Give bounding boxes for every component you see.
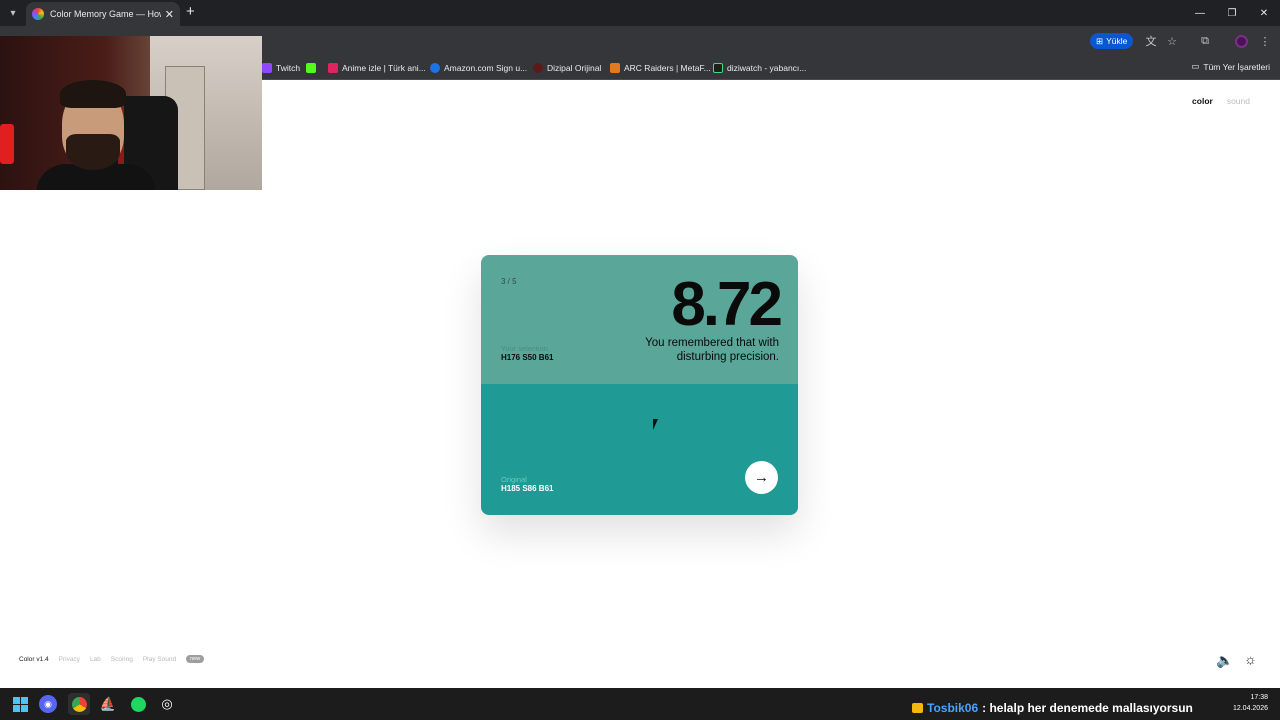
tab-close-icon[interactable]: ✕ bbox=[165, 8, 174, 21]
kick-icon bbox=[306, 63, 316, 73]
sun-icon[interactable]: ☼ bbox=[1244, 651, 1257, 667]
footer-link-lab[interactable]: Lab bbox=[90, 656, 101, 663]
crown-icon bbox=[912, 703, 923, 713]
all-bookmarks-label: Tüm Yer İşaretleri bbox=[1203, 61, 1270, 72]
bookmark-label: ARC Raiders | MetaF... bbox=[624, 63, 711, 73]
extensions-icon[interactable]: ⧉ bbox=[1198, 34, 1212, 48]
windows-logo-icon bbox=[12, 696, 28, 712]
page-footer: Color v1.4 Privacy Lab Scoring Play Soun… bbox=[19, 655, 205, 663]
chat-username: Tosbik06 bbox=[927, 701, 979, 715]
original-swatch: Original H185 S86 B61 → bbox=[481, 384, 798, 515]
diziwatch-icon bbox=[713, 63, 723, 73]
bookmark-kick[interactable] bbox=[306, 61, 316, 75]
window-close-icon[interactable]: ✕ bbox=[1248, 0, 1280, 26]
browser-menu-icon[interactable]: ⋮ bbox=[1258, 34, 1272, 48]
tab-search-icon[interactable]: ▾ bbox=[4, 4, 22, 22]
bookmark-diziwatch[interactable]: diziwatch - yabancı... bbox=[713, 61, 806, 75]
arc-raiders-icon bbox=[610, 63, 620, 73]
dizipal-icon bbox=[533, 63, 543, 73]
bookmark-label: diziwatch - yabancı... bbox=[727, 63, 807, 73]
browser-tab-strip: ▾ Color Memory Game — How W ✕ + — ❐ ✕ bbox=[0, 0, 1280, 26]
score-message: You remembered that with disturbing prec… bbox=[645, 337, 779, 363]
bookmark-label: Dizipal Orijinal bbox=[547, 63, 602, 73]
new-tab-icon[interactable]: + bbox=[186, 3, 195, 20]
selection-value: H176 S50 B61 bbox=[501, 353, 554, 362]
selection-label: Your selection bbox=[501, 344, 548, 353]
system-clock[interactable]: 17:38 12.04.2026 bbox=[1233, 692, 1268, 714]
speaker-icon[interactable]: 🔈 bbox=[1216, 652, 1233, 669]
footer-link-scoring[interactable]: Scoring bbox=[111, 656, 133, 663]
start-button[interactable] bbox=[9, 693, 31, 715]
version-label: Color v1.4 bbox=[19, 655, 49, 663]
bookmark-star-icon[interactable]: ☆ bbox=[1165, 34, 1179, 48]
bookmark-label: Twitch bbox=[276, 63, 301, 73]
favicon-icon bbox=[32, 8, 44, 20]
profile-avatar[interactable] bbox=[1235, 35, 1248, 48]
clock-date: 12.04.2026 bbox=[1232, 705, 1268, 712]
mode-switch: color sound bbox=[1192, 96, 1250, 106]
bookmark-amazon[interactable]: Amazon.com Sign u... bbox=[430, 61, 527, 75]
bookmark-arc-raiders[interactable]: ARC Raiders | MetaF... bbox=[610, 61, 711, 75]
twitch-icon bbox=[262, 63, 272, 73]
translate-icon[interactable]: 文 bbox=[1144, 34, 1158, 48]
score-value: 8.72 bbox=[671, 270, 783, 339]
obs-icon[interactable]: ◎ bbox=[156, 693, 178, 715]
install-icon: ⊞ bbox=[1096, 35, 1104, 46]
restore-icon[interactable]: ❐ bbox=[1216, 0, 1248, 26]
next-round-button[interactable]: → bbox=[745, 461, 778, 494]
bookmark-dizipal[interactable]: Dizipal Orijinal bbox=[533, 61, 601, 75]
chat-overlay: Tosbik06 : helalp her denemede mallasıyo… bbox=[912, 698, 1193, 718]
amazon-icon bbox=[430, 63, 440, 73]
install-app-button[interactable]: ⊞ Yükle bbox=[1090, 33, 1134, 49]
footer-link-privacy[interactable]: Privacy bbox=[59, 656, 80, 663]
nav-color-link[interactable]: color bbox=[1192, 96, 1213, 106]
install-label: Yükle bbox=[1106, 36, 1128, 46]
webcam-overlay bbox=[0, 36, 262, 190]
clock-time: 17:38 bbox=[1250, 694, 1268, 701]
selection-swatch: 3 / 5 8.72 You remembered that with dist… bbox=[481, 255, 798, 384]
bookmark-twitch[interactable]: Twitch bbox=[262, 61, 300, 75]
folder-icon: ▭ bbox=[1191, 61, 1200, 71]
result-card: 3 / 5 8.72 You remembered that with dist… bbox=[481, 255, 798, 515]
spotify-icon[interactable] bbox=[127, 693, 149, 715]
original-label: Original bbox=[501, 475, 527, 484]
window-controls: — ❐ ✕ bbox=[1184, 0, 1280, 26]
chat-message: : helalp her denemede mallasıyorsun bbox=[982, 701, 1193, 715]
round-counter: 3 / 5 bbox=[501, 277, 517, 286]
browser-tab-active[interactable]: Color Memory Game — How W ✕ bbox=[26, 2, 180, 26]
footer-link-play-sound[interactable]: Play Sound bbox=[143, 656, 176, 663]
tab-title: Color Memory Game — How W bbox=[50, 9, 161, 19]
arrow-right-icon: → bbox=[754, 469, 769, 486]
discord-icon[interactable]: ◉ bbox=[39, 695, 57, 713]
mouse-cursor-icon bbox=[653, 419, 663, 430]
original-value: H185 S86 B61 bbox=[501, 484, 554, 493]
minimize-icon[interactable]: — bbox=[1184, 0, 1216, 26]
bookmark-label: Amazon.com Sign u... bbox=[444, 63, 528, 73]
chrome-icon[interactable] bbox=[68, 693, 90, 715]
steam-icon[interactable]: ⛵ bbox=[97, 693, 119, 715]
bookmark-anime[interactable]: Anime izle | Türk ani... bbox=[328, 61, 426, 75]
all-bookmarks[interactable]: ▭ Tüm Yer İşaretleri bbox=[1191, 61, 1270, 72]
bookmark-label: Anime izle | Türk ani... bbox=[342, 63, 426, 73]
anime-site-icon bbox=[328, 63, 338, 73]
nav-sound-link[interactable]: sound bbox=[1227, 96, 1250, 106]
new-badge: new bbox=[186, 655, 205, 663]
